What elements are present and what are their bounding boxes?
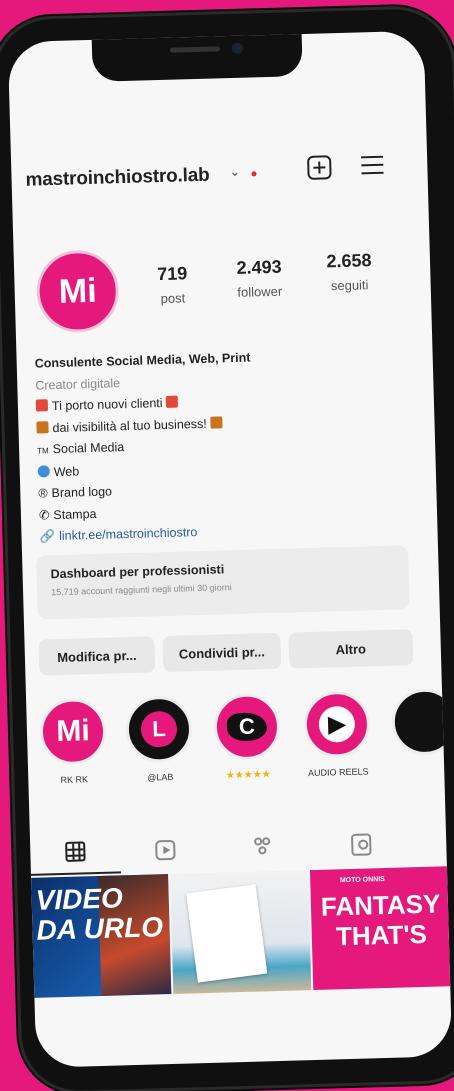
share-profile-button[interactable]: Condividi pr... (162, 632, 282, 673)
bio-link-row[interactable]: 🔗 linktr.ee/mastroinchiostro (39, 520, 255, 548)
megaphone-icon (35, 399, 49, 412)
highlight-cover: L (125, 695, 193, 764)
highlight-item[interactable]: Mi RK RK (36, 697, 110, 786)
username[interactable]: mastroinchiostro.lab (25, 165, 209, 192)
profile-header: mastroinchiostro.lab ⌄ (25, 149, 414, 200)
highlight-label: RK RK (60, 774, 89, 786)
phone-icon: ✆ (38, 507, 50, 523)
bio: Consulente Social Media, Web, Print Crea… (34, 348, 255, 548)
post-thumbnail[interactable]: MOTO ONNIS FANTASY THAT'S (309, 866, 451, 991)
people-icon (254, 837, 277, 858)
link-icon: 🔗 (39, 529, 56, 544)
highlight-letter: L (140, 710, 178, 748)
megaphone-icon (165, 395, 179, 408)
chevron-down-icon[interactable]: ⌄ (229, 164, 240, 180)
stat-followers-value: 2.493 (236, 256, 282, 278)
phone-frame: mastroinchiostro.lab ⌄ Mi 719 post 2.493… (0, 7, 454, 1091)
hamburger-menu-icon[interactable] (361, 155, 384, 175)
grid-icon (65, 841, 86, 862)
phone-notch (91, 31, 303, 82)
highlight-label: AUDIO REELS (307, 766, 369, 779)
highlight-cover: ▶ (302, 690, 371, 759)
tab-reels[interactable] (120, 827, 211, 873)
tm-icon: TM (37, 446, 49, 456)
more-button[interactable]: Altro (288, 629, 414, 669)
stat-following-value: 2.658 (326, 250, 372, 272)
highlight-item[interactable]: C ★★★★★ (210, 692, 284, 782)
stat-posts[interactable]: 719 post (142, 263, 203, 307)
stat-following-label: seguiti (330, 277, 369, 294)
highlight-item[interactable]: L @LAB (122, 695, 196, 783)
posts-grid: VIDEO DA URLO MOTO ONNIS FANTASY THAT'S (31, 866, 451, 998)
notification-dot (251, 171, 257, 177)
stat-followers-label: follower (237, 283, 283, 300)
tab-collab[interactable] (220, 824, 311, 870)
tab-grid[interactable] (29, 829, 121, 876)
post-caption: VIDEO DA URLO (35, 882, 164, 946)
post-small-caption: MOTO ONNIS (339, 876, 385, 885)
post-thumbnail[interactable]: VIDEO DA URLO (31, 874, 172, 998)
edit-profile-button[interactable]: Modifica pr... (38, 636, 156, 676)
stat-following[interactable]: 2.658 seguiti (314, 250, 385, 294)
post-caption: FANTASY THAT'S (320, 888, 441, 952)
create-post-icon[interactable] (307, 155, 332, 180)
highlight-label: ★★★★★ (225, 769, 271, 782)
tagged-icon (350, 833, 372, 856)
front-camera (231, 42, 244, 54)
highlight-cover: Mi (39, 697, 107, 766)
highlight-item-partial[interactable] (388, 687, 453, 756)
tab-tagged[interactable] (316, 821, 407, 867)
post-thumbnail[interactable] (170, 870, 311, 994)
professional-dashboard[interactable]: Dashboard per professionisti 15.719 acco… (36, 545, 410, 620)
globe-icon (37, 464, 50, 478)
speaker-grille (169, 46, 221, 53)
dashboard-title: Dashboard per professionisti (50, 562, 225, 582)
briefcase-icon (36, 420, 49, 434)
highlight-label: @LAB (147, 771, 174, 783)
bio-link[interactable]: linktr.ee/mastroinchiostro (59, 525, 198, 543)
stat-posts-value: 719 (156, 263, 188, 285)
highlight-item[interactable]: ▶ AUDIO REELS (300, 690, 374, 778)
post-photo (186, 884, 268, 983)
avatar[interactable]: Mi (35, 249, 120, 334)
briefcase-icon (210, 415, 223, 429)
stat-followers[interactable]: 2.493 follower (222, 256, 297, 300)
dashboard-subtitle: 15.719 account raggiunti negli ultimi 30… (50, 582, 232, 598)
stat-posts-label: post (160, 290, 186, 307)
phone-screen: mastroinchiostro.lab ⌄ Mi 719 post 2.493… (7, 30, 453, 1068)
reels-icon (155, 839, 176, 861)
registered-icon: ® (38, 486, 48, 501)
highlight-letter: C (238, 713, 256, 740)
clapperboard-icon: ▶ (318, 705, 356, 743)
highlight-cover: C (213, 692, 281, 761)
highlight-cover (390, 687, 453, 756)
